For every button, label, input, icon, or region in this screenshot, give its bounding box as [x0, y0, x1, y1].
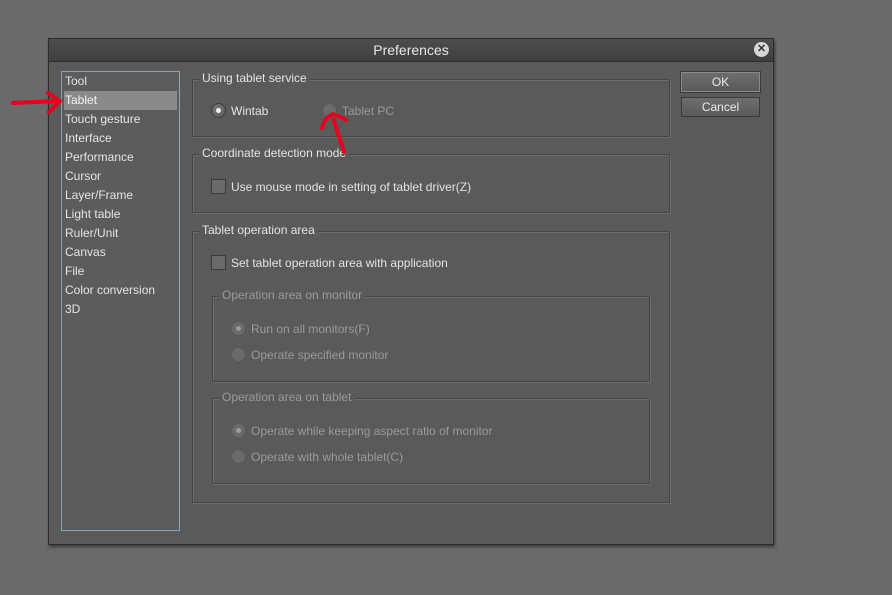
coordinate-mode-group: Coordinate detection mode Use mouse mode…: [192, 146, 670, 213]
close-icon[interactable]: ✕: [754, 42, 769, 57]
category-item-light-table[interactable]: Light table: [62, 205, 179, 224]
specified-monitor-option[interactable]: Operate specified monitor: [231, 345, 388, 363]
tablet-pc-option[interactable]: Tablet PC: [322, 101, 394, 119]
operation-area-title: Tablet operation area: [199, 223, 318, 237]
dialog-title: Preferences: [373, 42, 449, 58]
category-item-touch-gesture[interactable]: Touch gesture: [62, 110, 179, 129]
all-monitors-label: Run on all monitors(F): [251, 321, 370, 336]
specified-monitor-label: Operate specified monitor: [251, 347, 389, 362]
category-item-canvas[interactable]: Canvas: [62, 243, 179, 262]
keep-aspect-radio[interactable]: [231, 423, 246, 439]
category-list: Tool Tablet Touch gesture Interface Perf…: [61, 71, 180, 531]
keep-aspect-label: Operate while keeping aspect ratio of mo…: [251, 423, 493, 438]
mouse-mode-option[interactable]: Use mouse mode in setting of tablet driv…: [211, 177, 471, 195]
ok-button[interactable]: OK: [680, 71, 761, 93]
monitor-area-title: Operation area on monitor: [219, 288, 366, 302]
mouse-mode-checkbox[interactable]: [211, 179, 226, 195]
preferences-dialog: Preferences ✕ Tool Tablet Touch gesture …: [48, 38, 774, 545]
set-with-app-checkbox[interactable]: [211, 255, 226, 271]
all-monitors-radio[interactable]: [231, 321, 246, 337]
all-monitors-option[interactable]: Run on all monitors(F): [231, 319, 370, 337]
category-item-layer-frame[interactable]: Layer/Frame: [62, 186, 179, 205]
tablet-pc-radio[interactable]: [322, 103, 337, 119]
wintab-radio[interactable]: [211, 103, 226, 119]
whole-tablet-option[interactable]: Operate with whole tablet(C): [231, 447, 403, 465]
wintab-label: Wintab: [231, 103, 269, 118]
wintab-option[interactable]: Wintab: [211, 101, 268, 119]
whole-tablet-radio[interactable]: [231, 449, 246, 465]
monitor-area-group: Operation area on monitor Run on all mon…: [212, 288, 650, 382]
category-item-tool[interactable]: Tool: [62, 72, 179, 91]
tablet-area-group: Operation area on tablet Operate while k…: [212, 390, 650, 484]
category-item-color-conversion[interactable]: Color conversion: [62, 281, 179, 300]
mouse-mode-label: Use mouse mode in setting of tablet driv…: [231, 179, 472, 194]
category-item-cursor[interactable]: Cursor: [62, 167, 179, 186]
tablet-service-group: Using tablet service Wintab Tablet PC: [192, 71, 670, 137]
cancel-button[interactable]: Cancel: [681, 97, 760, 117]
set-with-app-option[interactable]: Set tablet operation area with applicati…: [211, 253, 448, 271]
specified-monitor-radio[interactable]: [231, 347, 246, 363]
whole-tablet-label: Operate with whole tablet(C): [251, 449, 404, 464]
category-item-performance[interactable]: Performance: [62, 148, 179, 167]
keep-aspect-option[interactable]: Operate while keeping aspect ratio of mo…: [231, 421, 492, 439]
tablet-pc-label: Tablet PC: [342, 103, 395, 118]
tablet-service-title: Using tablet service: [199, 71, 310, 85]
title-bar[interactable]: Preferences ✕: [49, 39, 773, 62]
tablet-area-title: Operation area on tablet: [219, 390, 355, 404]
operation-area-group: Tablet operation area Set tablet operati…: [192, 223, 670, 503]
category-item-3d[interactable]: 3D: [62, 300, 179, 319]
set-with-app-label: Set tablet operation area with applicati…: [231, 255, 448, 270]
coordinate-mode-title: Coordinate detection mode: [199, 146, 350, 160]
category-item-interface[interactable]: Interface: [62, 129, 179, 148]
category-item-tablet[interactable]: Tablet: [64, 91, 177, 110]
category-item-file[interactable]: File: [62, 262, 179, 281]
category-item-ruler-unit[interactable]: Ruler/Unit: [62, 224, 179, 243]
